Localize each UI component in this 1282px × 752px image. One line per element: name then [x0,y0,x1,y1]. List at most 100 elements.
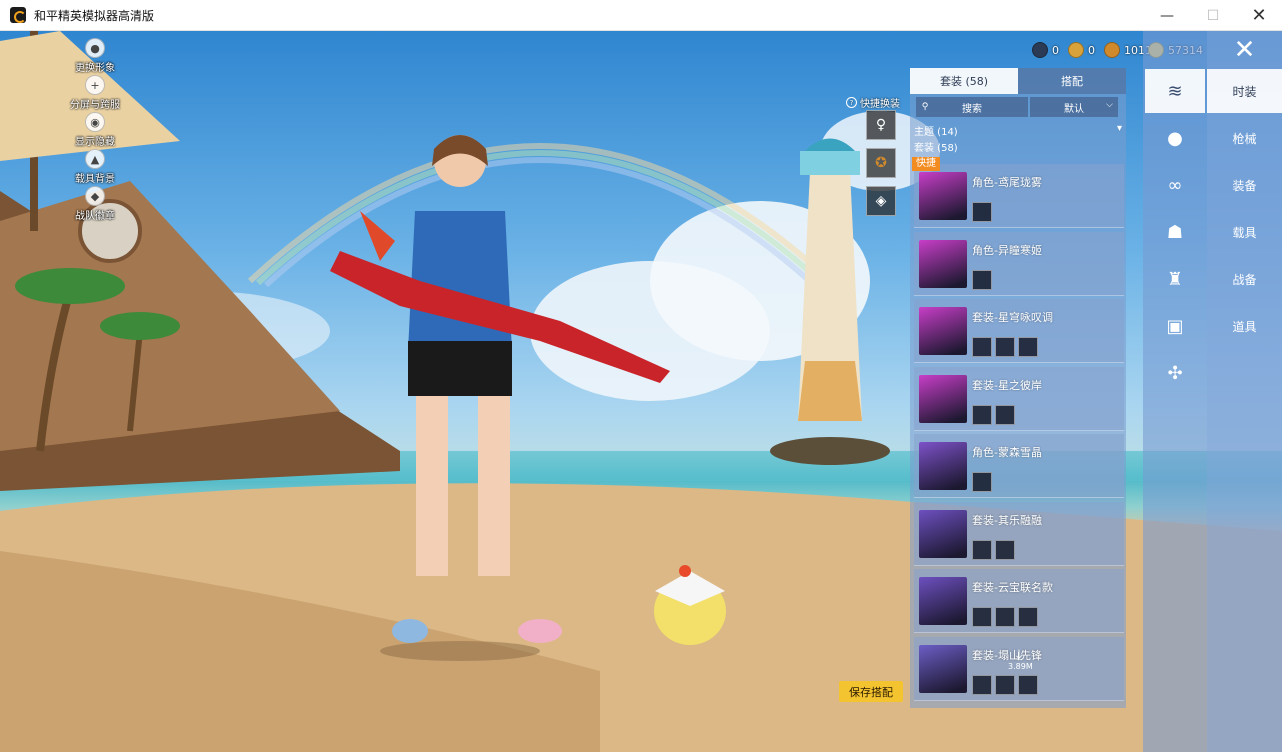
outfit-item[interactable]: 套装-星穹咏叹调 [914,299,1124,363]
sort-dropdown[interactable]: 默认 ⌵ [1030,97,1118,117]
menu-vehicle-background[interactable]: ▲ 载具背景 [50,149,140,186]
mask-icon: ☗ [1166,221,1184,243]
outfit-parts [972,269,995,290]
outfit-part-thumbnail[interactable] [995,337,1015,357]
outfit-part-thumbnail[interactable] [995,674,1015,695]
emblem-icon: ✪ [875,155,887,171]
gold-coin-icon [1068,42,1084,58]
category-jacket[interactable]: ♜ [1145,257,1205,301]
outfit-item[interactable]: 角色-异瞳寒姬 [914,231,1124,296]
minimize-button[interactable]: — [1144,0,1190,31]
category-drone[interactable]: ✣ [1145,351,1205,395]
outfit-part-thumbnail[interactable] [1018,337,1038,357]
outfit-part-thumbnail[interactable] [995,404,1015,425]
outfit-part-thumbnail[interactable] [972,607,992,627]
outfit-item[interactable]: 套装-其乐融融 [914,501,1124,566]
nav-item[interactable]: 道具 [1207,304,1282,348]
category-backpack[interactable]: ▣ [1145,304,1205,348]
outfit-name: 套装-星之彼岸 [972,378,1042,392]
currency-item: 0 [1032,41,1059,59]
outfit-name: 套装-云宝联名款 [972,581,1053,594]
search-icon: ⚲ [921,102,929,112]
quick-slot-diamond[interactable]: ◈ [866,186,896,216]
side-nav: ✕ 时装 枪械 装备 载具 战备 道具 [1207,31,1282,752]
menu-show-hide[interactable]: ◉ 显示隐藏 [50,112,140,149]
menu-team-badge[interactable]: ◆ 战队徽章 [50,186,140,223]
outfit-parts [972,472,995,492]
maximize-button[interactable]: ☐ [1190,0,1236,31]
outfit-part-thumbnail[interactable] [1018,674,1038,695]
outfit-parts [972,539,1018,560]
outfit-part-thumbnail[interactable] [972,539,992,560]
download-icon[interactable]: ⤓ 3.89M [1008,648,1033,672]
nav-item[interactable]: 战备 [1207,257,1282,301]
outfit-name: 套装-其乐融融 [972,513,1042,527]
goggles-icon: ∞ [1167,174,1183,196]
menu-change-appearance[interactable]: ● 更换形象 [50,38,140,75]
category-outfit[interactable]: ≋ [1145,69,1205,113]
outfit-name: 角色-鸢尾珑雾 [972,176,1042,189]
outfit-parts [972,674,1041,695]
close-panel-button[interactable]: ✕ [1207,31,1282,69]
outfit-thumbnail [919,509,967,558]
outfit-part-thumbnail[interactable] [972,202,992,222]
nav-item[interactable]: 载具 [1207,210,1282,254]
outfit-thumbnail [919,644,967,693]
outfit-item[interactable]: 套装-星之彼岸 [914,366,1124,431]
save-outfit-button[interactable]: 保存搭配 [839,681,903,702]
set-header: 套装 (58) [914,143,958,154]
tab-combos[interactable]: 搭配 [1018,68,1126,94]
outfit-name: 角色-蒙森雪晶 [972,446,1042,459]
dropdown-arrow-icon: ▾ [1116,123,1122,134]
plus-icon: + [85,75,105,95]
nav-item[interactable]: 枪械 [1207,116,1282,160]
outfit-name: 角色-异瞳寒姬 [972,243,1042,257]
window-title: 和平精英模拟器高清版 [34,8,155,23]
tab-sets[interactable]: 套装 (58) [910,68,1018,94]
badge-icon: ◆ [85,186,105,206]
outfit-part-thumbnail[interactable] [972,269,992,290]
currency-item: 0 [1068,41,1095,59]
person-icon: ● [85,38,105,58]
menu-split-screen[interactable]: + 分屏与跨服 [50,75,140,112]
quick-tag-badge: 快捷 [912,157,940,171]
quick-change-label: ? 快捷换装 [846,95,900,110]
outfit-item[interactable]: 角色-蒙森雪晶 [914,434,1124,498]
chevron-down-icon: ⌵ [1106,100,1113,110]
outfit-name: 套装-星穹咏叹调 [972,311,1053,324]
search-input[interactable]: ⚲ 搜索 [916,97,1028,117]
outfit-parts [972,607,1041,627]
vehicle-icon: ▲ [85,149,105,169]
outfit-item[interactable]: 角色-鸢尾珑雾 [914,164,1124,228]
quick-slot-outfit[interactable]: ♀ [866,110,896,140]
nav-item[interactable]: 时装 [1207,69,1282,113]
outfit-part-thumbnail[interactable] [995,607,1015,627]
outfit-name: 套装-塌山先锋 [972,648,1042,662]
bronze-coin-icon [1104,42,1120,58]
quick-slot-badge[interactable]: ✪ [866,148,896,178]
category-grenade[interactable]: ● [1145,116,1205,160]
outfit-part-thumbnail[interactable] [972,337,992,357]
person-icon: ♀ [875,117,887,133]
outfit-parts [972,404,1018,425]
outfit-thumbnail [919,307,967,355]
outfit-part-thumbnail[interactable] [995,539,1015,560]
nav-item[interactable]: 装备 [1207,163,1282,207]
theme-header[interactable]: 主题 (14) ▾ [914,123,1122,139]
question-circle-icon: ? [846,97,857,108]
category-goggles[interactable]: ∞ [1145,163,1205,207]
close-window-button[interactable]: ✕ [1236,0,1282,31]
backpack-icon: ▣ [1166,315,1184,337]
outfit-thumbnail [919,172,967,220]
app-logo-icon [10,7,26,23]
outfit-part-thumbnail[interactable] [972,472,992,492]
outfit-part-thumbnail[interactable] [972,404,992,425]
drone-icon: ✣ [1167,362,1183,384]
diamond-icon: ◈ [875,193,887,209]
category-mask[interactable]: ☗ [1145,210,1205,254]
outfit-item[interactable]: 套装-云宝联名款 [914,569,1124,633]
outfit-thumbnail [919,577,967,625]
outfit-thumbnail [919,239,967,288]
outfit-part-thumbnail[interactable] [972,674,992,695]
outfit-part-thumbnail[interactable] [1018,607,1038,627]
